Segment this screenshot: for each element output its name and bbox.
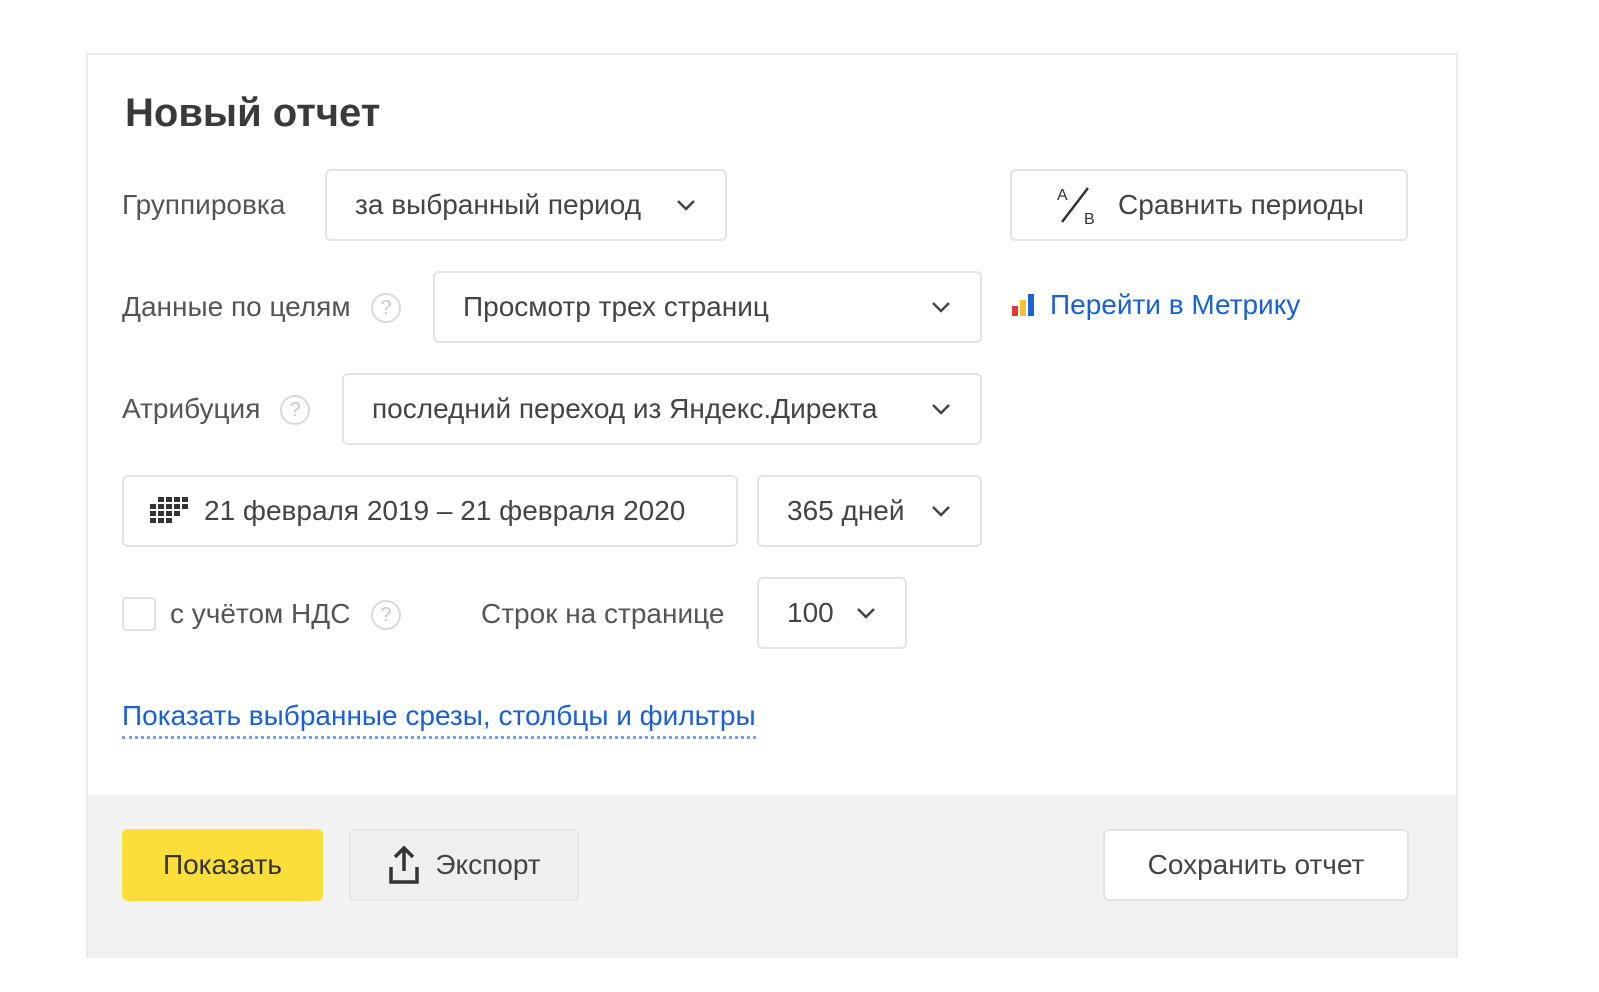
- date-range-picker[interactable]: 21 февраля 2019 – 21 февраля 2020: [122, 475, 738, 547]
- goals-label: Данные по целям: [122, 291, 351, 322]
- attribution-help-icon[interactable]: ?: [280, 395, 310, 425]
- period-value: 365 дней: [787, 495, 905, 526]
- footer-bar: Показать Экспорт Сохранить отчет: [88, 795, 1456, 958]
- goals-help-icon[interactable]: ?: [371, 293, 401, 323]
- svg-text:B: B: [1084, 211, 1095, 228]
- chevron-down-icon: [932, 506, 950, 517]
- svg-text:A: A: [1057, 187, 1068, 204]
- date-range-value: 21 февраля 2019 – 21 февраля 2020: [204, 495, 686, 526]
- grouping-label: Группировка: [122, 189, 286, 220]
- chevron-down-icon: [932, 302, 950, 313]
- compare-periods-button[interactable]: A B Сравнить периоды: [1010, 169, 1408, 241]
- grouping-value: за выбранный период: [355, 189, 642, 220]
- rows-per-page-value: 100: [787, 597, 834, 628]
- metrika-link[interactable]: Перейти в Метрику: [1010, 289, 1300, 321]
- export-button[interactable]: Экспорт: [349, 829, 579, 901]
- calendar-icon: [150, 497, 188, 523]
- upload-icon: [389, 845, 420, 884]
- export-label: Экспорт: [435, 849, 541, 880]
- chevron-down-icon: [677, 200, 695, 211]
- goals-value: Просмотр трех страниц: [463, 291, 769, 322]
- page-title: Новый отчет: [125, 91, 381, 135]
- vat-label: с учётом НДС: [170, 598, 351, 629]
- vat-checkbox[interactable]: [122, 597, 156, 631]
- metrika-chart-icon: [1012, 294, 1034, 316]
- chevron-down-icon: [932, 404, 950, 415]
- report-panel: Новый отчет Группировка за выбранный пер…: [86, 53, 1458, 958]
- period-select[interactable]: 365 дней: [757, 475, 982, 547]
- chevron-down-icon: [857, 608, 875, 619]
- ab-compare-icon: A B: [1057, 187, 1095, 228]
- vat-help-icon[interactable]: ?: [371, 600, 401, 630]
- compare-periods-label: Сравнить периоды: [1118, 189, 1364, 220]
- show-filters-link[interactable]: Показать выбранные срезы, столбцы и филь…: [122, 700, 756, 739]
- save-report-button[interactable]: Сохранить отчет: [1103, 829, 1409, 901]
- rows-per-page-label: Строк на странице: [481, 598, 725, 629]
- attribution-label: Атрибуция: [122, 393, 261, 424]
- goals-select[interactable]: Просмотр трех страниц: [433, 271, 982, 343]
- attribution-value: последний переход из Яндекс.Директа: [372, 393, 878, 424]
- attribution-select[interactable]: последний переход из Яндекс.Директа: [342, 373, 982, 445]
- metrika-link-label: Перейти в Метрику: [1050, 289, 1301, 320]
- grouping-select[interactable]: за выбранный период: [325, 169, 727, 241]
- rows-per-page-select[interactable]: 100: [757, 577, 907, 649]
- show-button[interactable]: Показать: [122, 829, 323, 901]
